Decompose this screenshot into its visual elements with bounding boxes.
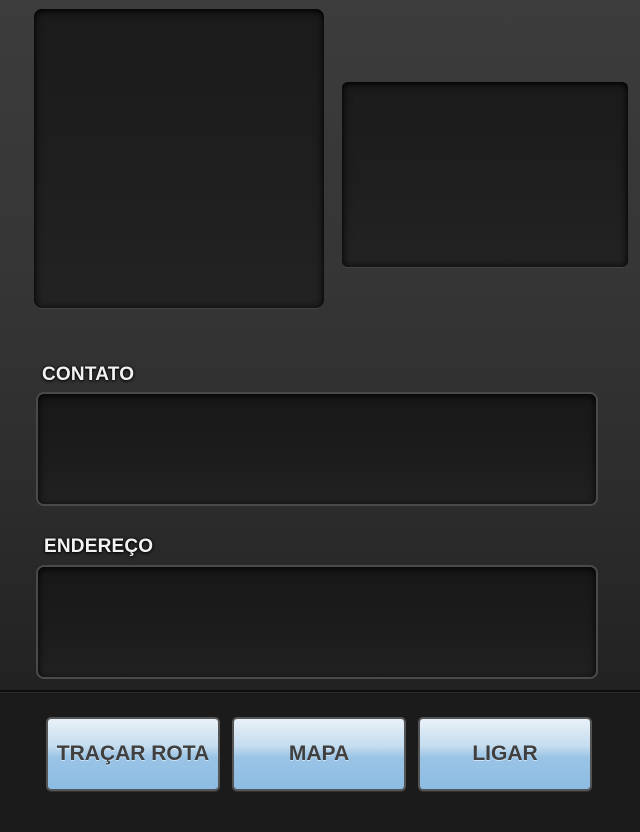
contact-label: CONTATO bbox=[42, 364, 135, 385]
call-button[interactable]: LIGAR bbox=[418, 717, 592, 791]
screen: CONTATO ENDEREÇO TRAÇAR ROTA MAPA LIGAR bbox=[0, 0, 640, 832]
map-button[interactable]: MAPA bbox=[232, 717, 406, 791]
trace-route-button[interactable]: TRAÇAR ROTA bbox=[46, 717, 220, 791]
bottom-toolbar: TRAÇAR ROTA MAPA LIGAR bbox=[0, 690, 640, 832]
contact-field[interactable] bbox=[36, 392, 598, 506]
address-field[interactable] bbox=[36, 565, 598, 679]
address-label: ENDEREÇO bbox=[44, 536, 154, 557]
main-photo-placeholder bbox=[34, 9, 324, 308]
secondary-photo-placeholder bbox=[342, 82, 628, 267]
